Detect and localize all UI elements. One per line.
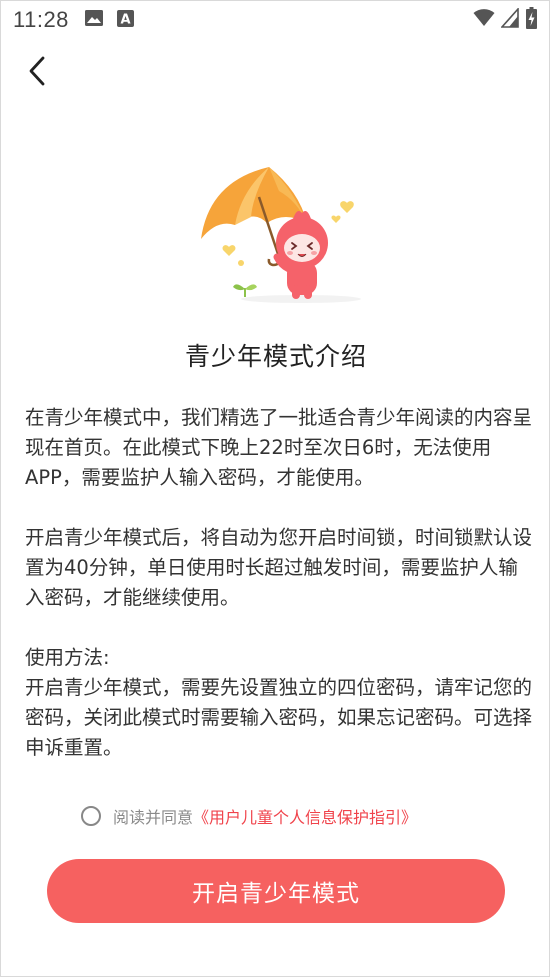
- agreement-radio[interactable]: [81, 806, 101, 826]
- umbrella-mascot-illustration: [201, 167, 361, 303]
- intro-paragraph-1: 在青少年模式中，我们精选了一批适合青少年阅读的内容呈现在首页。在此模式下晚上22…: [25, 406, 533, 489]
- a-letter-icon: A: [117, 10, 134, 27]
- page-title: 青少年模式介绍: [184, 342, 367, 371]
- intro-paragraph-2: 开启青少年模式后，将自动为您开启时间锁，时间锁默认设置为40分钟，单日使用时长超…: [25, 526, 533, 609]
- agreement-row: 阅读并同意 《用户儿童个人信息保护指引》: [81, 804, 417, 828]
- status-time: 11:28: [13, 7, 69, 32]
- intro-content: 在青少年模式中，我们精选了一批适合青少年阅读的内容呈现在首页。在此模式下晚上22…: [25, 403, 535, 763]
- status-bar: 11:28 A: [1, 1, 550, 39]
- teen-mode-intro-page: 11:28 A 青少年模式介绍 在青少年模式中，我们精选了一批适合青少年阅读的内…: [0, 0, 550, 977]
- privacy-guideline-link[interactable]: 《用户儿童个人信息保护指引》: [193, 804, 417, 828]
- signal-icon: [501, 8, 519, 28]
- chevron-left-icon: [29, 56, 45, 86]
- battery-charging-icon: [526, 7, 537, 29]
- usage-heading: 使用方法:: [25, 646, 110, 669]
- wifi-icon: [473, 9, 495, 26]
- back-button[interactable]: [19, 51, 55, 91]
- agreement-prefix: 阅读并同意: [113, 808, 194, 827]
- svg-text:A: A: [120, 13, 130, 28]
- enable-teen-mode-button[interactable]: 开启青少年模式: [47, 859, 505, 923]
- image-icon: [85, 10, 103, 26]
- usage-text: 开启青少年模式，需要先设置独立的四位密码，请牢记您的密码，关闭此模式时需要输入密…: [25, 676, 533, 759]
